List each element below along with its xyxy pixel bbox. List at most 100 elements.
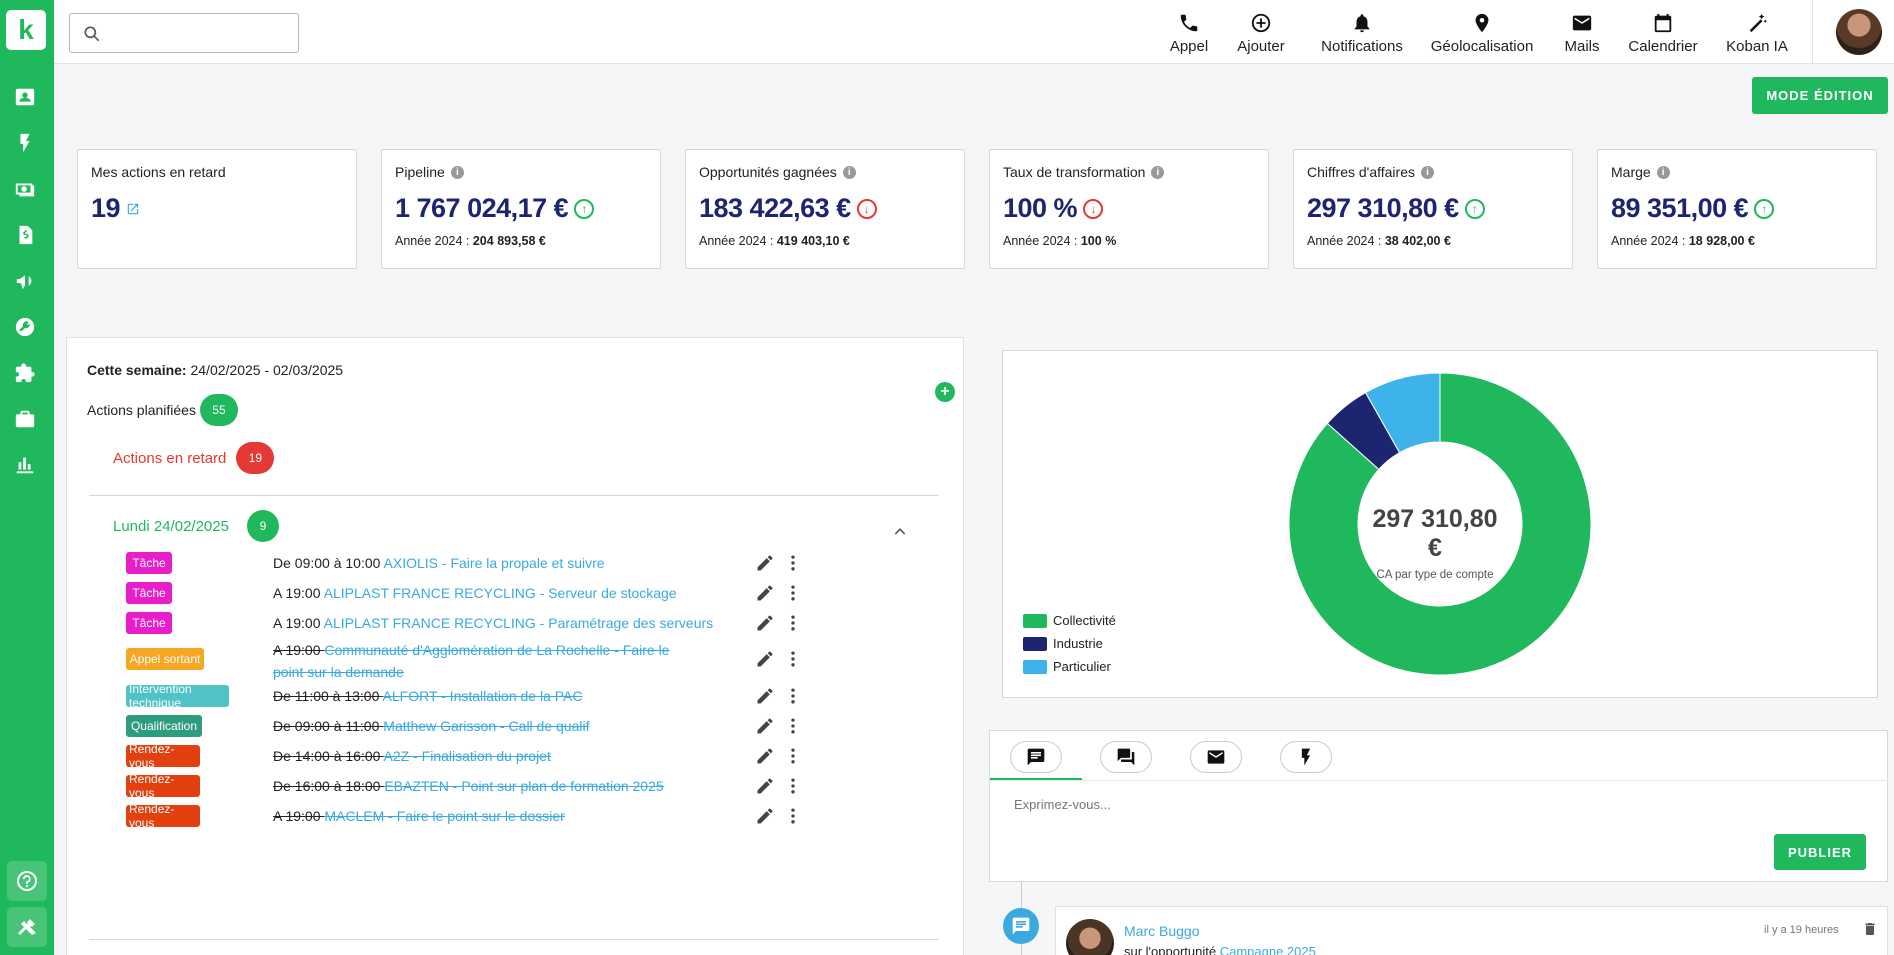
- info-icon[interactable]: i: [450, 165, 464, 179]
- external-link-icon[interactable]: [126, 202, 140, 216]
- action-title-link[interactable]: ALIPLAST FRANCE RECYCLING - Serveur de s…: [324, 585, 677, 601]
- info-icon[interactable]: i: [1421, 165, 1434, 179]
- app-logo[interactable]: k: [6, 10, 46, 50]
- wrench-icon[interactable]: [12, 314, 38, 340]
- nav-koban-ia[interactable]: Koban IA: [1722, 12, 1792, 55]
- invoice-icon[interactable]: [12, 222, 38, 248]
- kpi-card-pipeline[interactable]: Pipeline i 1 767 024,17 € ↑ Année 2024 : 2…: [381, 149, 661, 269]
- tab-action[interactable]: [1280, 741, 1332, 773]
- week-label: Cette semaine:: [87, 362, 187, 378]
- more-options-icon[interactable]: [783, 649, 803, 669]
- action-title-link[interactable]: MACLEM - Faire le point sur le dossier: [324, 808, 564, 824]
- chevron-up-icon[interactable]: [893, 524, 907, 538]
- legend-item[interactable]: Collectivité: [1023, 613, 1116, 628]
- action-time: A 19:00: [273, 808, 321, 824]
- tools-icon[interactable]: [7, 907, 47, 947]
- mode-edition-button[interactable]: MODE ÉDITION: [1752, 77, 1888, 114]
- add-action-button[interactable]: +: [935, 382, 955, 402]
- trash-icon[interactable]: [1862, 921, 1878, 937]
- edit-icon[interactable]: [755, 716, 775, 736]
- action-title-link[interactable]: AXIOLIS - Faire la propale et suivre: [384, 555, 605, 571]
- action-row[interactable]: Tâche De 09:00 à 10:00 AXIOLIS - Faire la…: [67, 550, 965, 580]
- action-title-link[interactable]: ALFORT - Installation de la PAC: [383, 688, 583, 704]
- info-icon[interactable]: i: [842, 165, 856, 179]
- kpi-card-late-actions[interactable]: Mes actions en retard 19: [77, 149, 357, 269]
- action-row[interactable]: Rendez-vous De 14:00 à 16:00 A2Z - Finali…: [67, 742, 965, 773]
- nav-notifications[interactable]: Notifications: [1311, 12, 1413, 55]
- action-title-link[interactable]: Matthew Garisson - Call de qualif: [383, 718, 589, 734]
- action-title-link[interactable]: EBAZTEN - Point sur plan de formation 20…: [384, 778, 663, 794]
- legend-item[interactable]: Particulier: [1023, 659, 1116, 674]
- nav-mails[interactable]: Mails: [1558, 12, 1606, 55]
- more-options-icon[interactable]: [783, 806, 803, 826]
- feed-opportunity-link[interactable]: Campagne 2025: [1220, 944, 1316, 955]
- nav-ajouter[interactable]: Ajouter: [1231, 12, 1291, 55]
- action-title-link[interactable]: ALIPLAST FRANCE RECYCLING - Paramétrage …: [324, 615, 714, 631]
- kpi-card-won-opportunities[interactable]: Opportunités gagnées i 183 422,63 € ↓ Anné…: [685, 149, 965, 269]
- help-icon[interactable]: [7, 861, 47, 901]
- kpi-card-conversion-rate[interactable]: Taux de transformation i 100 % ↓ Année 202…: [989, 149, 1269, 269]
- briefcase-icon[interactable]: [12, 406, 38, 432]
- contacts-icon[interactable]: [12, 84, 38, 110]
- tab-chat[interactable]: [1100, 741, 1152, 773]
- nav-calendrier[interactable]: Calendrier: [1624, 12, 1702, 55]
- more-options-icon[interactable]: [783, 776, 803, 796]
- edit-icon[interactable]: [755, 649, 775, 669]
- more-options-icon[interactable]: [783, 716, 803, 736]
- action-row[interactable]: Rendez-vous A 19:00 MACLEM - Faire le poi…: [67, 802, 965, 833]
- edit-icon[interactable]: [755, 806, 775, 826]
- late-actions[interactable]: Actions en retard 19: [113, 442, 275, 474]
- edit-icon[interactable]: [755, 613, 775, 633]
- megaphone-icon[interactable]: [12, 268, 38, 294]
- bolt-icon[interactable]: [12, 130, 38, 156]
- edit-icon[interactable]: [755, 746, 775, 766]
- more-options-icon[interactable]: [783, 686, 803, 706]
- late-label: Actions en retard: [113, 449, 227, 467]
- planned-actions[interactable]: Actions planifiées 55: [87, 394, 238, 426]
- money-icon[interactable]: [12, 176, 38, 202]
- puzzle-icon[interactable]: [12, 360, 38, 386]
- action-row[interactable]: Tâche A 19:00 ALIPLAST FRANCE RECYCLING -…: [67, 610, 965, 640]
- nav-label: Appel: [1169, 38, 1209, 55]
- more-options-icon[interactable]: [783, 553, 803, 573]
- action-title-link[interactable]: A2Z - Finalisation du projet: [384, 748, 551, 764]
- planned-label: Actions planifiées: [87, 402, 196, 418]
- action-type-tag: Tâche: [126, 582, 172, 604]
- nav-label: Calendrier: [1628, 38, 1698, 55]
- legend-item[interactable]: Industrie: [1023, 636, 1116, 651]
- nav-appel[interactable]: Appel: [1162, 12, 1216, 55]
- stats-icon[interactable]: [12, 452, 38, 478]
- action-row[interactable]: Tâche A 19:00 ALIPLAST FRANCE RECYCLING -…: [67, 580, 965, 610]
- more-options-icon[interactable]: [783, 583, 803, 603]
- search-input[interactable]: [110, 22, 290, 44]
- info-icon[interactable]: i: [1151, 165, 1165, 179]
- action-row[interactable]: Qualification De 09:00 à 11:00 Matthew Ga…: [67, 713, 965, 743]
- kpi-sub-value: 100 %: [1080, 234, 1117, 248]
- action-row[interactable]: Intervention technique De 11:00 à 13:00 A…: [67, 682, 965, 713]
- publish-button[interactable]: PUBLIER: [1774, 834, 1866, 870]
- search-box[interactable]: [69, 13, 299, 53]
- feed-author[interactable]: Marc Buggo: [1124, 923, 1199, 939]
- edit-icon[interactable]: [755, 583, 775, 603]
- more-options-icon[interactable]: [783, 746, 803, 766]
- action-row[interactable]: Appel sortant A 19:00 Communauté d'Agglom…: [67, 637, 965, 680]
- nav-geolocalisation[interactable]: Géolocalisation: [1427, 12, 1537, 55]
- edit-icon[interactable]: [755, 776, 775, 796]
- action-title-link[interactable]: Communauté d'Agglomération de La Rochell…: [273, 642, 669, 680]
- edit-icon[interactable]: [755, 686, 775, 706]
- avatar[interactable]: [1066, 919, 1114, 955]
- action-time: De 09:00 à 10:00: [273, 555, 381, 571]
- post-input[interactable]: [1014, 797, 1714, 812]
- mail-icon: [1572, 15, 1592, 31]
- day-header[interactable]: Lundi 24/02/2025 9: [113, 510, 279, 542]
- tab-mail[interactable]: [1190, 741, 1242, 773]
- edit-icon[interactable]: [755, 553, 775, 573]
- kpi-value: 183 422,63 €: [699, 193, 851, 223]
- info-icon[interactable]: i: [1656, 165, 1670, 179]
- more-options-icon[interactable]: [783, 613, 803, 633]
- user-avatar[interactable]: [1836, 9, 1882, 55]
- tab-comment[interactable]: [1010, 741, 1062, 773]
- action-row[interactable]: Rendez-vous De 16:00 à 18:00 EBAZTEN - Po…: [67, 772, 965, 803]
- kpi-card-margin[interactable]: Marge i 89 351,00 € ↑ Année 2024 : 18 928,…: [1597, 149, 1877, 269]
- kpi-card-revenue[interactable]: Chiffres d'affaires i 297 310,80 € ↑ Année…: [1293, 149, 1573, 269]
